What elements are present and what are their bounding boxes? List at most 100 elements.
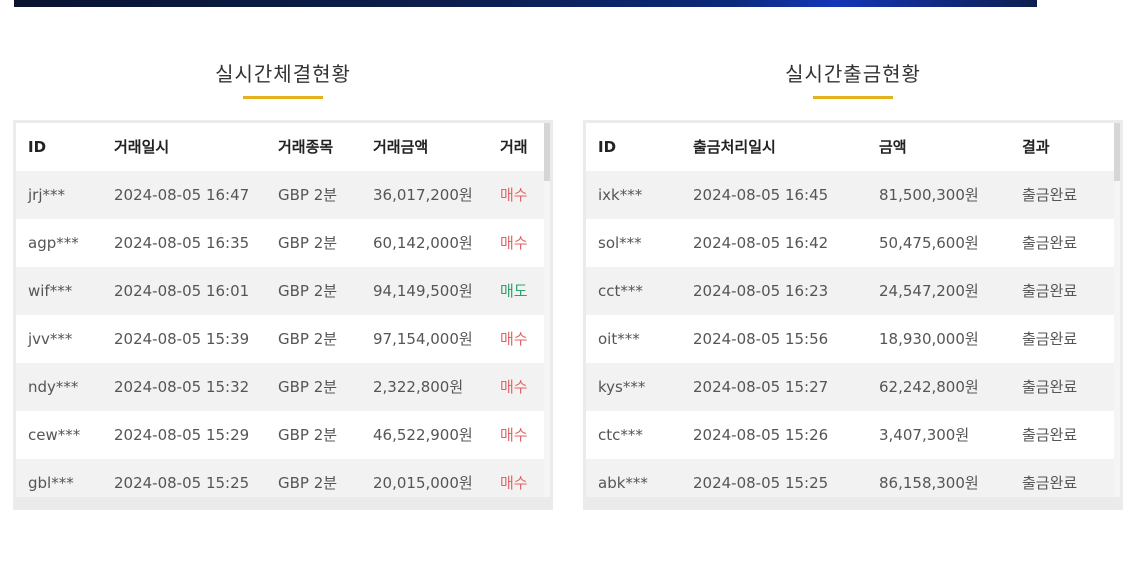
withdrawal-result: 출금완료 [1022,474,1078,492]
trade-type: 매수 [500,426,528,444]
trade-datetime: 2024-08-05 15:39 [114,330,250,348]
trade-amount: 46,522,900원 [373,426,473,444]
trade-item: GBP 2분 [278,282,338,300]
trades-table-row: jrj*** 2024-08-05 16:47 GBP 2분 36,017,200원 매… [16,171,544,219]
trades-header-datetime: 거래일시 [114,138,170,156]
trade-type: 매수 [500,186,528,204]
trade-item: GBP 2분 [278,426,338,444]
withdrawal-amount: 50,475,600원 [879,234,979,252]
withdrawal-datetime: 2024-08-05 16:42 [693,234,829,252]
trade-datetime: 2024-08-05 15:29 [114,426,250,444]
withdrawals-table-row: kys*** 2024-08-05 15:27 62,242,800원 출금완료 [586,363,1114,411]
withdrawals-title-underline [813,96,893,99]
trade-amount: 20,015,000원 [373,474,473,492]
withdrawal-datetime: 2024-08-05 15:27 [693,378,829,396]
trades-table-row: wif*** 2024-08-05 16:01 GBP 2분 94,149,500원 매… [16,267,544,315]
trade-datetime: 2024-08-05 16:01 [114,282,250,300]
withdrawal-user-id: abk*** [598,474,648,492]
trades-header-item: 거래종목 [278,138,334,156]
trades-header-row: ID 거래일시 거래종목 거래금액 거래 [16,123,544,171]
trade-amount: 94,149,500원 [373,282,473,300]
trade-user-id: ndy*** [28,378,79,396]
withdrawal-result: 출금완료 [1022,378,1078,396]
withdrawal-datetime: 2024-08-05 15:56 [693,330,829,348]
trade-type: 매수 [500,330,528,348]
trade-item: GBP 2분 [278,330,338,348]
trade-type: 매수 [500,378,528,396]
trades-scrollbar-thumb[interactable] [544,123,550,181]
top-banner-image [14,0,1037,7]
trade-user-id: wif*** [28,282,73,300]
withdrawals-table-row: ixk*** 2024-08-05 16:45 81,500,300원 출금완료 [586,171,1114,219]
withdrawals-table-row: ctc*** 2024-08-05 15:26 3,407,300원 출금완료 [586,411,1114,459]
trades-table-row: agp*** 2024-08-05 16:35 GBP 2분 60,142,000원 매… [16,219,544,267]
withdrawal-user-id: oit*** [598,330,640,348]
trade-type: 매수 [500,234,528,252]
trade-user-id: agp*** [28,234,79,252]
withdrawal-amount: 62,242,800원 [879,378,979,396]
trades-header-type: 거래 [500,138,528,156]
withdrawal-user-id: ctc*** [598,426,643,444]
trade-user-id: cew*** [28,426,81,444]
trades-table-row: cew*** 2024-08-05 15:29 GBP 2분 46,522,900원 매… [16,411,544,459]
withdrawal-datetime: 2024-08-05 15:25 [693,474,829,492]
trade-type: 매수 [500,474,528,492]
trade-item: GBP 2분 [278,234,338,252]
trade-datetime: 2024-08-05 16:35 [114,234,250,252]
withdrawal-amount: 86,158,300원 [879,474,979,492]
withdrawals-table-footer [586,497,1120,507]
withdrawal-result: 출금완료 [1022,426,1078,444]
withdrawals-table-row: sol*** 2024-08-05 16:42 50,475,600원 출금완료 [586,219,1114,267]
trades-table-row: ndy*** 2024-08-05 15:32 GBP 2분 2,322,800원 매수 [16,363,544,411]
withdrawal-amount: 81,500,300원 [879,186,979,204]
withdrawal-datetime: 2024-08-05 16:45 [693,186,829,204]
withdrawals-header-result: 결과 [1022,138,1050,156]
withdrawal-amount: 3,407,300원 [879,426,970,444]
trades-table-row: jvv*** 2024-08-05 15:39 GBP 2분 97,154,000원 매… [16,315,544,363]
withdrawals-table-row: abk*** 2024-08-05 15:25 86,158,300원 출금완료 [586,459,1114,497]
withdrawals-scroll-area[interactable]: ID 출금처리일시 금액 결과 ixk*** 2024-08-05 16:45 81… [586,123,1114,497]
withdrawal-amount: 18,930,000원 [879,330,979,348]
trade-item: GBP 2분 [278,378,338,396]
trades-header-id: ID [28,138,47,156]
trades-scroll-area[interactable]: ID 거래일시 거래종목 거래금액 거래 jrj*** 2024-08-05 16… [16,123,544,497]
withdrawal-user-id: sol*** [598,234,642,252]
trades-title: 실시간체결현황 [215,62,351,86]
withdrawals-header-row: ID 출금처리일시 금액 결과 [586,123,1114,171]
trade-item: GBP 2분 [278,186,338,204]
withdrawal-user-id: kys*** [598,378,646,396]
trade-amount: 60,142,000원 [373,234,473,252]
withdrawals-header-id: ID [598,138,617,156]
withdrawal-result: 출금완료 [1022,234,1078,252]
withdrawal-result: 출금완료 [1022,330,1078,348]
trade-type: 매도 [500,282,528,300]
withdrawal-result: 출금완료 [1022,186,1078,204]
withdrawal-datetime: 2024-08-05 15:26 [693,426,829,444]
trade-item: GBP 2분 [278,474,338,492]
trade-user-id: jrj*** [28,186,66,204]
trades-table-footer [16,497,550,507]
withdrawals-table-row: cct*** 2024-08-05 16:23 24,547,200원 출금완료 [586,267,1114,315]
trade-user-id: gbl*** [28,474,74,492]
withdrawals-scrollbar[interactable] [1114,123,1120,497]
withdrawal-datetime: 2024-08-05 16:23 [693,282,829,300]
withdrawals-title: 실시간출금현황 [785,62,921,86]
withdrawals-header-amount: 금액 [879,138,907,156]
trade-datetime: 2024-08-05 15:25 [114,474,250,492]
trade-user-id: jvv*** [28,330,73,348]
withdrawal-user-id: ixk*** [598,186,643,204]
withdrawal-amount: 24,547,200원 [879,282,979,300]
trades-header-amount: 거래금액 [373,138,429,156]
withdrawals-header-datetime: 출금처리일시 [693,138,776,156]
withdrawal-user-id: cct*** [598,282,643,300]
trades-table: ID 거래일시 거래종목 거래금액 거래 jrj*** 2024-08-05 16… [13,120,553,510]
withdrawal-result: 출금완료 [1022,282,1078,300]
trade-amount: 36,017,200원 [373,186,473,204]
trade-datetime: 2024-08-05 15:32 [114,378,250,396]
withdrawals-table: ID 출금처리일시 금액 결과 ixk*** 2024-08-05 16:45 81… [583,120,1123,510]
trade-amount: 2,322,800원 [373,378,464,396]
trade-datetime: 2024-08-05 16:47 [114,186,250,204]
trades-title-underline [243,96,323,99]
withdrawals-scrollbar-thumb[interactable] [1114,123,1120,181]
trades-scrollbar[interactable] [544,123,550,497]
